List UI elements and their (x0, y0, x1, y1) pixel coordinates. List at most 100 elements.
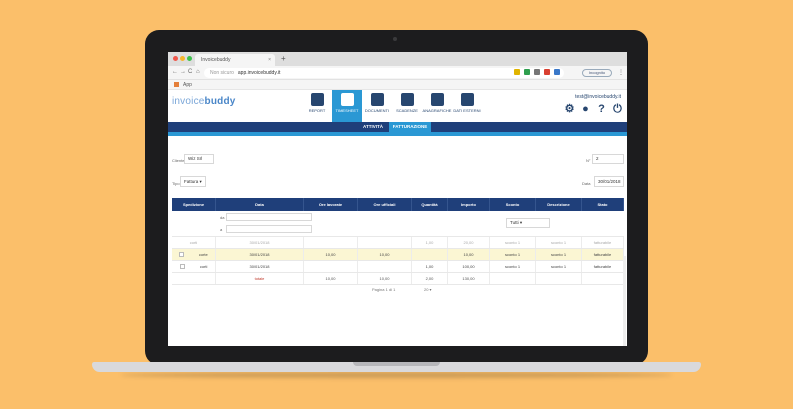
extension-icon[interactable] (524, 69, 530, 75)
col-descrizione[interactable]: Descrizione (536, 198, 582, 211)
numero-field[interactable]: 2 (592, 154, 624, 164)
row-checkbox[interactable] (179, 264, 185, 269)
laptop-shadow (120, 372, 673, 378)
reload-icon[interactable]: C (188, 69, 192, 75)
tab-close-icon[interactable]: × (268, 54, 271, 66)
tipo-select[interactable]: Fattura ▾ (180, 176, 206, 187)
table-row[interactable]: corti 30/01/2018 1,00 100,00 sconto 1 sc… (172, 261, 624, 273)
cliente-field[interactable]: Wiz Srl (184, 154, 214, 164)
tipo-label: Tipo (172, 181, 180, 186)
cell: sconto 1 (490, 249, 536, 260)
maximize-window-dot[interactable] (187, 56, 192, 61)
data-field[interactable]: 30/01/2018 (594, 176, 624, 187)
col-importo[interactable]: Importo (448, 198, 490, 211)
menu-scadenze[interactable]: SCADENZE (392, 90, 422, 122)
minimize-window-dot[interactable] (180, 56, 185, 61)
cell: 30/01/2018 (216, 249, 304, 260)
sub-navigation: ATTIVITÀ FATTURAZIONE (168, 122, 627, 132)
filter-from-label: da (220, 215, 225, 220)
cell (304, 261, 358, 272)
app-logo[interactable]: invoicebuddy (172, 96, 236, 107)
main-content: Cliente Wiz Srl Tipo Fattura ▾ N° 2 Data… (168, 136, 627, 346)
filter-from-input[interactable] (226, 213, 312, 221)
filter-select[interactable]: Tutti ▾ (506, 218, 550, 228)
cell: 1,00 (412, 237, 448, 248)
numero-label: N° (586, 158, 591, 163)
menu-anagrafiche[interactable]: ANAGRAFICHE (422, 90, 452, 122)
browser-tab[interactable]: Invoicebuddy × (195, 54, 275, 66)
cell: corti (172, 237, 216, 248)
table-row[interactable]: corti 30/01/2018 1,00 20,00 sconto 1 sco… (172, 237, 624, 249)
cell: fatturabile (582, 237, 624, 248)
menu-kebab-icon[interactable]: ⋮ (618, 69, 624, 76)
team-icon[interactable]: ● (580, 104, 591, 115)
menu-report[interactable]: REPORT (302, 90, 332, 122)
menu-label: DATI ESTERNI (453, 108, 481, 113)
logo-prefix: invoice (172, 96, 205, 107)
back-icon[interactable]: ← (172, 69, 178, 75)
grid-header: Spedizione Data Ore lavorate Ore ufficia… (172, 198, 624, 211)
menu-timesheet[interactable]: TIMESHEET (332, 90, 362, 122)
tab-attivita[interactable]: ATTIVITÀ (358, 122, 388, 132)
user-email[interactable]: test@invoicebuddy.it (575, 94, 621, 100)
menu-documenti[interactable]: DOCUMENTI (362, 90, 392, 122)
close-window-dot[interactable] (173, 56, 178, 61)
gear-icon[interactable]: ⚙ (564, 104, 575, 115)
col-spedizione[interactable]: Spedizione (172, 198, 216, 211)
extension-icon[interactable] (534, 69, 540, 75)
col-ore-ufficiali[interactable]: Ore ufficiali (358, 198, 412, 211)
invoice-grid: Spedizione Data Ore lavorate Ore ufficia… (172, 198, 624, 295)
help-icon[interactable]: ? (596, 104, 607, 115)
total-quantita: 2,00 (412, 273, 448, 284)
filter-row: da a Tutti ▾ (172, 211, 624, 237)
calendar-icon (400, 93, 414, 106)
bookmarks-bar: App (168, 80, 627, 90)
forward-icon[interactable]: → (180, 69, 186, 75)
scrollbar[interactable] (623, 256, 626, 346)
cell: 30/01/2018 (216, 237, 304, 248)
col-quantita[interactable]: Quantità (412, 198, 448, 211)
col-sconto[interactable]: Sconto (490, 198, 536, 211)
toolbar-icons: ⚙ ● ? ⏻ (564, 104, 623, 115)
power-icon[interactable]: ⏻ (612, 104, 623, 115)
home-icon[interactable]: ⌂ (196, 69, 200, 75)
new-tab-button[interactable]: + (281, 53, 286, 65)
col-stato[interactable]: Stato (582, 198, 624, 211)
cell (172, 273, 216, 284)
cell: sconto 1 (536, 237, 582, 248)
extension-icon[interactable] (514, 69, 520, 75)
cell: sconto 1 (490, 261, 536, 272)
cliente-label: Cliente (172, 158, 185, 163)
cell: 10,00 (448, 249, 490, 260)
cell: 20,00 (448, 237, 490, 248)
url-field[interactable]: Non sicuro app.invoicebuddy.it (204, 68, 564, 78)
pager-text: Pagina 1 di 1 (372, 287, 396, 292)
total-ore-lavorate: 10,00 (304, 273, 358, 284)
cell (490, 273, 536, 284)
main-menu: REPORT TIMESHEET DOCUMENTI SCADENZE ANAG… (302, 90, 482, 122)
laptop-notch (353, 362, 440, 366)
page-size-select[interactable]: 20 ▾ (424, 287, 432, 292)
tab-fatturazione[interactable]: FATTURAZIONE (389, 122, 431, 132)
menu-dati-esterni[interactable]: DATI ESTERNI (452, 90, 482, 122)
bookmark-apps[interactable]: App (183, 82, 192, 88)
cell-text: corte (198, 252, 208, 257)
extension-icon[interactable] (554, 69, 560, 75)
cell: sconto 1 (536, 249, 582, 260)
row-checkbox[interactable] (179, 252, 185, 257)
extension-icon[interactable] (544, 69, 550, 75)
apps-icon[interactable] (174, 82, 179, 88)
browser-addressbar: ← → C ⌂ Non sicuro app.invoicebuddy.it In… (168, 66, 627, 80)
cell (582, 273, 624, 284)
cell (412, 249, 448, 260)
cell: 10,00 (304, 249, 358, 260)
table-row[interactable]: corte 30/01/2018 10,00 10,00 10,00 scont… (172, 249, 624, 261)
profile-badge[interactable]: Incognito (582, 69, 612, 77)
document-icon (370, 93, 384, 106)
arrows-icon (460, 93, 474, 106)
cell (358, 261, 412, 272)
total-ore-ufficiali: 10,00 (358, 273, 412, 284)
col-data[interactable]: Data (216, 198, 304, 211)
col-ore-lavorate[interactable]: Ore lavorate (304, 198, 358, 211)
filter-to-input[interactable] (226, 225, 312, 233)
